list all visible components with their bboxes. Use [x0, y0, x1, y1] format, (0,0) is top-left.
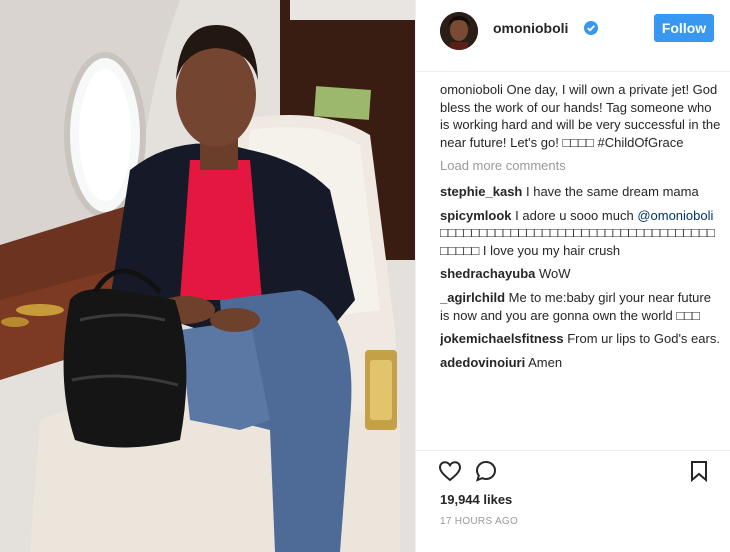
- comment-text: WoW: [539, 266, 571, 282]
- comment-item: _agirlchild Me to me:baby girl your near…: [440, 289, 722, 324]
- likes-count[interactable]: 19,944 likes: [440, 492, 512, 507]
- heart-icon[interactable]: [438, 459, 462, 483]
- photo-illustration: [0, 0, 415, 552]
- comment-username[interactable]: spicymlook: [440, 208, 512, 223]
- caption-hashtag[interactable]: #ChildOfGrace: [597, 135, 683, 150]
- header-username[interactable]: omonioboli: [493, 20, 568, 36]
- post-timestamp[interactable]: 17 HOURS AGO: [440, 516, 518, 527]
- bookmark-icon[interactable]: [687, 459, 711, 483]
- post-photo[interactable]: [0, 0, 415, 552]
- avatar-image: [440, 12, 478, 50]
- post-header: omonioboli Follow: [416, 0, 730, 72]
- comments-list: omonioboli One day, I will own a private…: [440, 81, 722, 448]
- comment-username[interactable]: adedovinoiuri: [440, 355, 525, 370]
- comment-text: I adore u sooo much: [515, 207, 634, 223]
- comment-text-rest: □□□□□□□□□□□□□□□□□□□□□□□□□□□□□□□□□□□□□□□□…: [440, 225, 715, 258]
- comment-item: adedovinoiuri Amen: [440, 354, 722, 372]
- comment-item: spicymlook I adore u sooo much @omoniobo…: [440, 207, 722, 260]
- follow-button[interactable]: Follow: [654, 14, 714, 42]
- comment-item: stephie_kash I have the same dream mama: [440, 183, 722, 201]
- comment-text: Amen: [528, 354, 563, 370]
- comment-text: I have the same dream mama: [526, 183, 699, 199]
- post-side-panel: omonioboli Follow omonioboli One day, I …: [415, 0, 730, 552]
- comment-text: From ur lips to God's ears.: [567, 331, 720, 347]
- comment-username[interactable]: _agirlchild: [440, 290, 505, 305]
- post-caption: omonioboli One day, I will own a private…: [440, 81, 722, 151]
- comment-username[interactable]: stephie_kash: [440, 184, 522, 199]
- avatar[interactable]: [440, 12, 478, 50]
- comment-item: shedrachayuba WoW: [440, 265, 722, 283]
- load-more-comments-link[interactable]: Load more comments: [440, 157, 722, 175]
- comment-username[interactable]: shedrachayuba: [440, 266, 535, 281]
- comment-item: jokemichaelsfitness From ur lips to God'…: [440, 330, 722, 348]
- comment-username[interactable]: jokemichaelsfitness: [440, 331, 564, 346]
- verified-badge-icon: [584, 21, 598, 35]
- comment-mention[interactable]: @omonioboli: [637, 208, 713, 223]
- caption-username[interactable]: omonioboli: [440, 82, 503, 97]
- post-actions: [416, 450, 730, 490]
- comment-bubble-icon[interactable]: [474, 459, 498, 483]
- instagram-post: omonioboli Follow omonioboli One day, I …: [0, 0, 730, 552]
